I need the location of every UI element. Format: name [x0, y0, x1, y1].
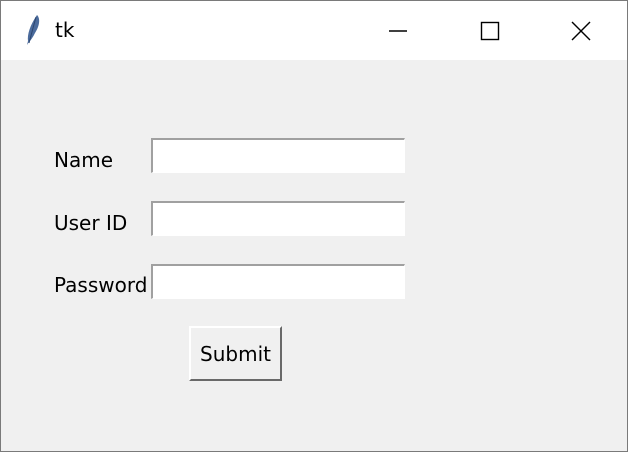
minimize-icon	[389, 29, 407, 32]
user-id-label: User ID	[54, 211, 128, 235]
maximize-icon	[480, 21, 500, 40]
submit-button[interactable]: Submit	[189, 326, 282, 381]
close-icon	[571, 21, 591, 40]
close-button[interactable]	[535, 1, 627, 60]
user-id-field[interactable]	[151, 201, 405, 236]
tk-window: tk Name User ID Password Submit	[0, 0, 628, 452]
title-bar[interactable]: tk	[1, 1, 627, 60]
password-field[interactable]	[151, 264, 405, 299]
maximize-button[interactable]	[444, 1, 536, 60]
password-label: Password	[54, 273, 148, 297]
name-field[interactable]	[151, 138, 405, 173]
tk-feather-icon	[27, 15, 40, 45]
name-label: Name	[54, 148, 114, 172]
minimize-button[interactable]	[352, 1, 444, 60]
window-title: tk	[55, 18, 75, 42]
